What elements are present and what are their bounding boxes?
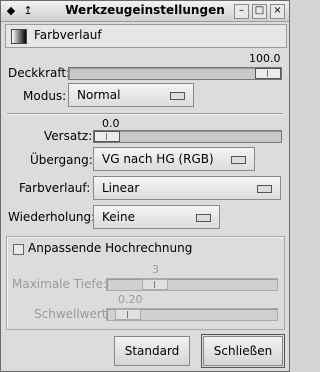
- opacity-value: 100.0: [249, 52, 281, 65]
- gradient-tool-icon: [11, 29, 27, 44]
- tool-header: Farbverlauf: [5, 24, 287, 48]
- mode-dropdown[interactable]: Normal: [68, 83, 194, 107]
- dropdown-arrow-icon: [257, 185, 272, 193]
- minimize-icon[interactable]: –: [234, 4, 249, 19]
- close-icon[interactable]: ×: [270, 4, 285, 19]
- opacity-slider[interactable]: [68, 67, 282, 80]
- mode-selected: Normal: [77, 88, 121, 102]
- threshold-slider-thumb[interactable]: [115, 309, 141, 320]
- max-depth-slider-thumb[interactable]: [142, 279, 168, 290]
- threshold-slider[interactable]: [106, 308, 278, 321]
- repeat-label: Wiederholung:: [8, 210, 96, 224]
- repeat-selected: Keine: [102, 210, 135, 224]
- gradient-label: Übergang:: [30, 153, 93, 167]
- divider: [7, 113, 283, 115]
- opacity-slider-thumb[interactable]: [255, 68, 281, 79]
- max-depth-value: 3: [152, 263, 159, 276]
- title-bar[interactable]: ◆ ↥ Werkzeugeinstellungen – □ ×: [1, 1, 289, 22]
- gradient-dropdown[interactable]: VG nach HG (RGB): [93, 147, 255, 171]
- offset-slider[interactable]: [93, 130, 282, 143]
- dropdown-arrow-icon: [196, 214, 211, 222]
- opacity-label: Deckkraft:: [8, 66, 71, 80]
- maximize-icon[interactable]: □: [252, 4, 267, 19]
- offset-value: 0.0: [102, 117, 120, 130]
- threshold-label: Schwellwert:: [34, 307, 111, 321]
- max-depth-label: Maximale Tiefe:: [12, 277, 108, 291]
- shape-label: Farbverlauf:: [19, 181, 91, 195]
- close-button[interactable]: Schließen: [201, 334, 285, 368]
- mode-label: Modus:: [23, 89, 67, 103]
- gradient-selected: VG nach HG (RGB): [102, 152, 214, 166]
- threshold-value: 0.20: [118, 293, 143, 306]
- tool-name: Farbverlauf: [34, 28, 102, 42]
- offset-slider-thumb[interactable]: [94, 131, 120, 142]
- shape-selected: Linear: [102, 181, 140, 195]
- dropdown-arrow-icon: [231, 156, 246, 164]
- tool-options-window: ◆ ↥ Werkzeugeinstellungen – □ × Farbverl…: [0, 0, 290, 372]
- shape-dropdown[interactable]: Linear: [93, 176, 281, 200]
- offset-label: Versatz:: [44, 129, 93, 143]
- repeat-dropdown[interactable]: Keine: [93, 205, 220, 229]
- supersample-checkbox[interactable]: [13, 244, 24, 255]
- max-depth-slider[interactable]: [106, 278, 278, 291]
- dropdown-arrow-icon: [170, 92, 185, 100]
- supersample-label[interactable]: Anpassende Hochrechnung: [28, 241, 192, 255]
- reset-button[interactable]: Standard: [114, 336, 190, 366]
